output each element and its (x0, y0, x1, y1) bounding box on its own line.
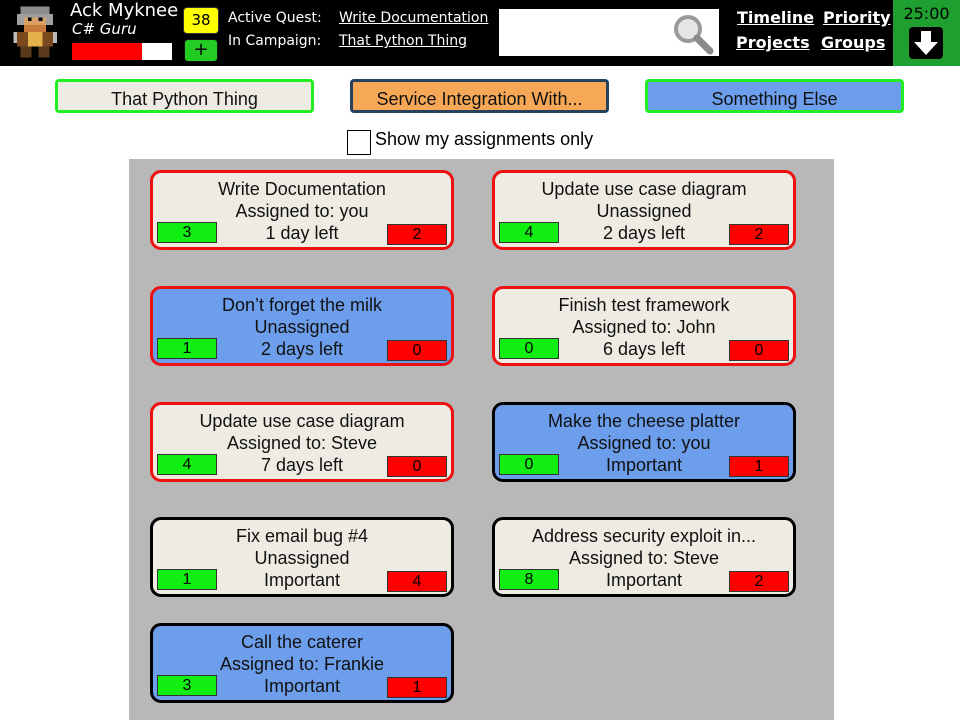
reward-badge: 4 (499, 222, 559, 243)
penalty-badge: 0 (387, 340, 447, 361)
task-card[interactable]: Write Documentation Assigned to: you 1 day… (150, 170, 454, 250)
campaign-tab[interactable]: That Python Thing (55, 79, 314, 113)
show-my-assignments-label[interactable]: Show my assignments only (375, 129, 593, 150)
task-card[interactable]: Finish test framework Assigned to: John 6 … (492, 286, 796, 366)
task-assignee: Unassigned (254, 548, 350, 568)
task-card[interactable]: Update use case diagram Unassigned 2 days … (492, 170, 796, 250)
nav-groups[interactable]: Groups (821, 33, 885, 52)
task-title: Call the caterer (240, 632, 364, 652)
task-assignee: Assigned to: Steve (568, 548, 720, 568)
task-card[interactable]: Update use case diagram Assigned to: Stev… (150, 402, 454, 482)
avatar[interactable] (6, 2, 64, 62)
health-bar-fill (72, 43, 142, 60)
task-assignee: Assigned to: you (577, 433, 711, 453)
search-icon[interactable] (671, 12, 715, 56)
show-my-assignments-checkbox[interactable] (347, 130, 371, 155)
penalty-badge: 0 (387, 456, 447, 477)
penalty-badge: 2 (387, 224, 447, 245)
search-input[interactable] (499, 9, 719, 56)
reward-badge: 1 (157, 338, 217, 359)
add-button[interactable]: + (184, 39, 218, 62)
task-title: Address security exploit in... (531, 526, 757, 546)
task-title: Update use case diagram (541, 179, 747, 199)
down-arrow-icon[interactable] (909, 27, 943, 59)
health-bar (72, 43, 172, 60)
reward-badge: 3 (157, 222, 217, 243)
campaign-label: In Campaign: (228, 33, 322, 49)
reward-badge: 3 (157, 675, 217, 696)
nav-timeline[interactable]: Timeline (737, 8, 814, 27)
penalty-badge: 2 (729, 571, 789, 592)
reward-badge: 8 (499, 569, 559, 590)
task-title: Write Documentation (218, 179, 386, 199)
penalty-badge: 1 (387, 677, 447, 698)
task-title: Fix email bug #4 (235, 526, 369, 546)
top-bar: Ack Myknee C# Guru 38 + Active Quest: Wr… (0, 0, 960, 66)
task-card[interactable]: Make the cheese platter Assigned to: you I… (492, 402, 796, 482)
task-board: Write Documentation Assigned to: you 1 day… (129, 159, 834, 720)
penalty-badge: 0 (729, 340, 789, 361)
task-title: Don’t forget the milk (221, 295, 383, 315)
task-card[interactable]: Don’t forget the milk Unassigned 2 days le… (150, 286, 454, 366)
reward-badge: 4 (157, 454, 217, 475)
level-badge: 38 (183, 7, 219, 34)
task-card[interactable]: Fix email bug #4 Unassigned Important 1 4 (150, 517, 454, 597)
task-assignee: Assigned to: Steve (226, 433, 378, 453)
reward-badge: 1 (157, 569, 217, 590)
campaign-link[interactable]: That Python Thing (339, 33, 467, 49)
nav-projects[interactable]: Projects (736, 33, 810, 52)
task-assignee: Assigned to: Frankie (219, 654, 385, 674)
reward-badge: 0 (499, 454, 559, 475)
timer-display: 25:00 (903, 4, 950, 23)
task-assignee: Assigned to: you (235, 201, 369, 221)
task-title: Make the cheese platter (547, 411, 741, 431)
task-card[interactable]: Call the caterer Assigned to: Frankie Impo… (150, 623, 454, 703)
player-name: Ack Myknee (70, 0, 179, 21)
task-assignee: Unassigned (596, 201, 692, 221)
task-card[interactable]: Address security exploit in... Assigned t… (492, 517, 796, 597)
player-class: C# Guru (72, 20, 137, 38)
active-quest-link[interactable]: Write Documentation (339, 10, 488, 26)
penalty-badge: 2 (729, 224, 789, 245)
task-title: Update use case diagram (199, 411, 405, 431)
active-quest-label: Active Quest: (228, 10, 322, 26)
task-assignee: Assigned to: John (572, 317, 716, 337)
campaign-tab[interactable]: Something Else (645, 79, 904, 113)
task-title: Finish test framework (558, 295, 730, 315)
penalty-badge: 4 (387, 571, 447, 592)
nav-priority[interactable]: Priority (823, 8, 891, 27)
timer-panel: 25:00 (893, 0, 960, 66)
penalty-badge: 1 (729, 456, 789, 477)
campaign-tab[interactable]: Service Integration With... (350, 79, 609, 113)
reward-badge: 0 (499, 338, 559, 359)
task-assignee: Unassigned (254, 317, 350, 337)
